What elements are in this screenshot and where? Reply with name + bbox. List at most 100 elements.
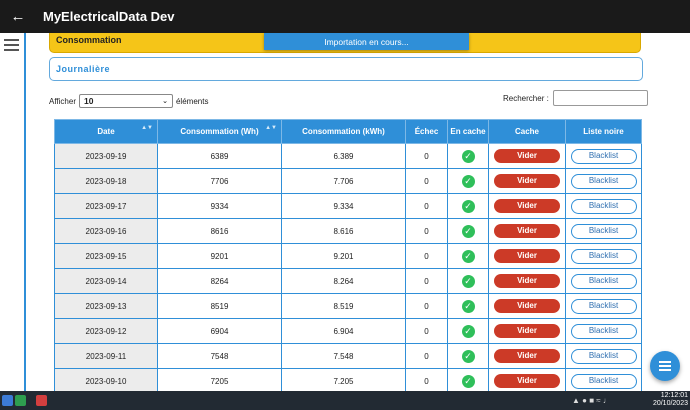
- cell-date: 2023-09-12: [54, 318, 158, 344]
- table-row: 2023-09-10 7205 7.205 0 ✓ Vider Blacklist: [54, 368, 642, 391]
- cell-failure: 0: [405, 368, 448, 391]
- search-label: Rechercher :: [503, 93, 549, 103]
- cell-wh: 7548: [157, 343, 282, 369]
- cell-blacklist: Blacklist: [565, 193, 642, 219]
- cell-kwh: 8.519: [281, 293, 406, 319]
- clear-cache-button[interactable]: Vider: [494, 374, 560, 388]
- check-circle-icon: ✓: [461, 174, 475, 188]
- app-bar: ← MyElectricalData Dev: [0, 0, 690, 33]
- cell-blacklist: Blacklist: [565, 218, 642, 244]
- blacklist-button[interactable]: Blacklist: [570, 198, 637, 214]
- cell-cached: ✓: [447, 293, 489, 319]
- cell-date: 2023-09-15: [54, 243, 158, 269]
- table-row: 2023-09-11 7548 7.548 0 ✓ Vider Blacklist: [54, 343, 642, 369]
- cell-wh: 8519: [157, 293, 282, 319]
- cell-failure: 0: [405, 268, 448, 294]
- column-header-cached[interactable]: En cache: [447, 119, 489, 144]
- cell-cached: ✓: [447, 368, 489, 391]
- cell-kwh: 7.548: [281, 343, 406, 369]
- cell-failure: 0: [405, 343, 448, 369]
- clear-cache-button[interactable]: Vider: [494, 224, 560, 238]
- check-circle-icon: ✓: [461, 149, 475, 163]
- blacklist-button[interactable]: Blacklist: [570, 223, 637, 239]
- clock-time: 12:12:01: [660, 392, 688, 399]
- cell-cache: Vider: [488, 318, 566, 344]
- blacklist-button[interactable]: Blacklist: [570, 373, 637, 389]
- section-title: Consommation: [56, 35, 122, 45]
- arrow-left-icon[interactable]: ←: [0, 0, 36, 33]
- cell-wh: 7205: [157, 368, 282, 391]
- check-circle-icon: ✓: [461, 374, 475, 388]
- column-header-wh[interactable]: Consommation (Wh) ▲▼: [157, 119, 282, 144]
- page-size-select[interactable]: 10 ⌄: [78, 94, 173, 108]
- import-status-toast: Importation en cours...: [264, 33, 469, 50]
- blacklist-button[interactable]: Blacklist: [570, 248, 637, 264]
- clear-cache-button[interactable]: Vider: [494, 324, 560, 338]
- chevron-down-icon: ⌄: [162, 98, 168, 105]
- cell-cache: Vider: [488, 193, 566, 219]
- daily-panel-title: Journalière: [56, 64, 111, 74]
- main-content: Consommation Importation en cours... Jou…: [0, 33, 690, 391]
- floating-menu-button[interactable]: [650, 351, 680, 381]
- cell-date: 2023-09-17: [54, 193, 158, 219]
- cell-wh: 9201: [157, 243, 282, 269]
- cell-failure: 0: [405, 293, 448, 319]
- clear-cache-button[interactable]: Vider: [494, 174, 560, 188]
- column-header-blacklist[interactable]: Liste noire: [565, 119, 642, 144]
- cell-cache: Vider: [488, 293, 566, 319]
- daily-panel-header[interactable]: Journalière: [49, 57, 643, 81]
- clear-cache-button[interactable]: Vider: [494, 299, 560, 313]
- cell-wh: 8264: [157, 268, 282, 294]
- cell-kwh: 9.201: [281, 243, 406, 269]
- cell-kwh: 8.264: [281, 268, 406, 294]
- column-header-cache[interactable]: Cache: [488, 119, 566, 144]
- check-circle-icon: ✓: [461, 224, 475, 238]
- os-taskbar: ▲ ● ■ ≈ ♩ 12:12:01 20/10/2023: [0, 391, 690, 410]
- cell-cache: Vider: [488, 343, 566, 369]
- table-row: 2023-09-15 9201 9.201 0 ✓ Vider Blacklist: [54, 243, 642, 269]
- clear-cache-button[interactable]: Vider: [494, 149, 560, 163]
- system-clock[interactable]: 12:12:01 20/10/2023: [653, 392, 688, 408]
- clear-cache-button[interactable]: Vider: [494, 274, 560, 288]
- cell-failure: 0: [405, 243, 448, 269]
- document-icon[interactable]: [36, 395, 47, 406]
- cell-cache: Vider: [488, 218, 566, 244]
- cell-wh: 6389: [157, 143, 282, 169]
- table-row: 2023-09-14 8264 8.264 0 ✓ Vider Blacklist: [54, 268, 642, 294]
- column-header-failure[interactable]: Échec: [405, 119, 448, 144]
- blacklist-button[interactable]: Blacklist: [570, 273, 637, 289]
- cell-kwh: 9.334: [281, 193, 406, 219]
- column-header-kwh[interactable]: Consommation (kWh): [281, 119, 406, 144]
- blacklist-button[interactable]: Blacklist: [570, 148, 637, 164]
- table-row: 2023-09-18 7706 7.706 0 ✓ Vider Blacklist: [54, 168, 642, 194]
- cell-date: 2023-09-14: [54, 268, 158, 294]
- cell-cache: Vider: [488, 168, 566, 194]
- cell-cached: ✓: [447, 193, 489, 219]
- tray-icons[interactable]: ▲ ● ■ ≈ ♩: [572, 396, 611, 405]
- sort-icon: ▲▼: [141, 125, 153, 131]
- clear-cache-button[interactable]: Vider: [494, 349, 560, 363]
- check-circle-icon: ✓: [461, 299, 475, 313]
- search-input[interactable]: [552, 90, 648, 106]
- hamburger-icon[interactable]: [4, 39, 19, 51]
- blacklist-button[interactable]: Blacklist: [570, 348, 637, 364]
- cell-kwh: 7.205: [281, 368, 406, 391]
- cell-blacklist: Blacklist: [565, 368, 642, 391]
- cell-blacklist: Blacklist: [565, 343, 642, 369]
- blacklist-button[interactable]: Blacklist: [570, 173, 637, 189]
- clear-cache-button[interactable]: Vider: [494, 199, 560, 213]
- check-circle-icon: ✓: [461, 349, 475, 363]
- app-title: MyElectricalData Dev: [43, 9, 175, 24]
- blacklist-button[interactable]: Blacklist: [570, 298, 637, 314]
- cell-cache: Vider: [488, 368, 566, 391]
- show-label: Afficher: [49, 96, 76, 106]
- app-icon[interactable]: [2, 395, 13, 406]
- clear-cache-button[interactable]: Vider: [494, 249, 560, 263]
- entries-label: éléments: [175, 96, 209, 106]
- spreadsheet-icon[interactable]: [15, 395, 26, 406]
- column-header-date[interactable]: Date ▲▼: [54, 119, 158, 144]
- cell-kwh: 7.706: [281, 168, 406, 194]
- cell-cache: Vider: [488, 143, 566, 169]
- cell-kwh: 6.904: [281, 318, 406, 344]
- blacklist-button[interactable]: Blacklist: [570, 323, 637, 339]
